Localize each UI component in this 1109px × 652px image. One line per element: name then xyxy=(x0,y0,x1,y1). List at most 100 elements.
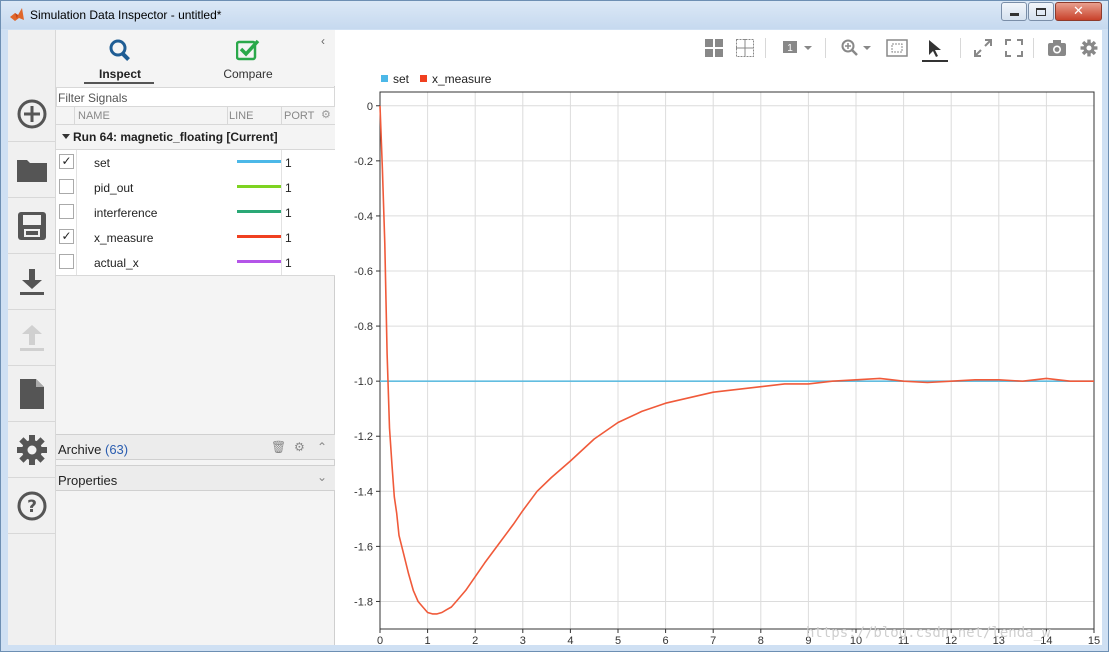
column-name[interactable]: NAME xyxy=(78,110,110,122)
expand-button[interactable] xyxy=(973,38,993,58)
archive-section[interactable]: Archive (63) 🗑 ⚙ ⌃ xyxy=(56,434,335,460)
y-tick-label: -0.2 xyxy=(354,156,373,168)
report-button[interactable] xyxy=(8,366,56,422)
gear-icon xyxy=(17,434,47,465)
export-button[interactable] xyxy=(8,310,56,366)
y-tick-label: -1.6 xyxy=(354,541,373,553)
collapse-panel-icon[interactable]: ‹ xyxy=(321,34,325,48)
divider xyxy=(56,275,335,276)
signal-row[interactable]: actual_x 1 xyxy=(56,250,335,275)
expand-caret-icon[interactable] xyxy=(62,134,70,139)
signal-table-header: NAME LINE PORT ⚙ xyxy=(56,107,335,125)
active-tab-indicator xyxy=(84,82,154,84)
signal-port: 1 xyxy=(285,156,292,170)
signal-checkbox[interactable] xyxy=(59,254,74,269)
plot-background xyxy=(380,92,1094,629)
signal-row[interactable]: interference 1 xyxy=(56,200,335,225)
signal-name: set xyxy=(94,156,111,170)
upload-icon xyxy=(20,324,44,351)
download-icon xyxy=(20,268,44,295)
y-tick-label: 0 xyxy=(367,101,373,113)
signal-name: x_measure xyxy=(94,231,154,245)
maximize-icon xyxy=(1036,7,1046,16)
legend-swatch xyxy=(381,75,388,82)
signal-line-swatch[interactable] xyxy=(237,235,281,238)
chevron-up-icon[interactable]: ⌃ xyxy=(317,440,327,454)
panel-tabs: Inspect Compare ‹ xyxy=(56,30,335,86)
signal-row[interactable]: ✓ x_measure 1 xyxy=(56,225,335,250)
x-tick-label: 7 xyxy=(710,635,716,645)
add-icon xyxy=(17,99,47,128)
signal-checkbox[interactable]: ✓ xyxy=(59,229,74,244)
properties-section[interactable]: Properties ⌄ xyxy=(56,465,335,491)
legend-label: x_measure xyxy=(432,72,492,86)
maximize-button[interactable] xyxy=(1028,2,1054,21)
signal-line-swatch[interactable] xyxy=(237,185,281,188)
properties-label: Properties xyxy=(58,473,118,488)
run-label: Run 64: magnetic_floating [Current] xyxy=(73,130,278,144)
legend-item: set xyxy=(381,72,409,86)
plot-area: 1 set x_measure 0 1 2 3 4 5 6 7 8 9 10 1… xyxy=(336,30,1102,645)
trash-icon[interactable]: 🗑 xyxy=(271,440,286,454)
legend-label: set xyxy=(393,72,410,86)
column-settings-gear-icon[interactable]: ⚙ xyxy=(321,108,331,121)
help-button[interactable]: ? xyxy=(8,478,56,534)
close-icon: ✕ xyxy=(1073,4,1084,19)
open-button[interactable] xyxy=(8,142,56,198)
tab-inspect[interactable]: Inspect xyxy=(75,34,165,86)
cursors-button[interactable]: 1 xyxy=(782,38,816,58)
signal-row[interactable]: pid_out 1 xyxy=(56,175,335,200)
signals-panel: Inspect Compare ‹ Filter Signals NAME LI… xyxy=(56,30,335,645)
signal-line-swatch[interactable] xyxy=(237,210,281,213)
column-port[interactable]: PORT xyxy=(284,110,314,122)
run-row[interactable]: Run 64: magnetic_floating [Current] xyxy=(56,125,335,150)
archive-gear-icon[interactable]: ⚙ xyxy=(294,440,305,454)
save-button[interactable] xyxy=(8,198,56,254)
close-button[interactable]: ✕ xyxy=(1055,2,1102,21)
x-tick-label: 5 xyxy=(615,635,621,645)
plot-settings-button[interactable] xyxy=(1079,38,1099,58)
signal-name: pid_out xyxy=(94,181,134,195)
x-tick-label: 4 xyxy=(567,635,573,645)
layout-grid-icon xyxy=(705,39,723,57)
tab-compare-label: Compare xyxy=(223,67,273,81)
expand-icon xyxy=(974,39,992,57)
column-line[interactable]: LINE xyxy=(229,110,253,122)
fit-to-view-icon xyxy=(886,39,908,57)
signal-row[interactable]: ✓ set 1 xyxy=(56,150,335,175)
x-tick-label: 1 xyxy=(425,635,431,645)
layout-button[interactable] xyxy=(704,38,724,58)
filter-signals-input[interactable]: Filter Signals xyxy=(56,87,335,107)
y-tick-label: -1.0 xyxy=(354,376,373,388)
zoom-button[interactable] xyxy=(841,38,875,58)
fit-to-view-button[interactable] xyxy=(885,38,909,58)
signal-checkbox[interactable] xyxy=(59,204,74,219)
time-plot[interactable]: 0 1 2 3 4 5 6 7 8 9 10 11 12 13 14 150-0.2-0.4-0.6-0.8-… xyxy=(336,86,1102,645)
document-icon xyxy=(20,378,44,409)
signal-checkbox[interactable] xyxy=(59,179,74,194)
minimize-button[interactable] xyxy=(1001,2,1027,21)
x-tick-label: 8 xyxy=(758,635,764,645)
signal-port: 1 xyxy=(285,206,292,220)
signal-checkbox[interactable]: ✓ xyxy=(59,154,74,169)
fullscreen-icon xyxy=(1005,39,1023,57)
zoom-in-icon xyxy=(841,39,871,56)
subplot-button[interactable] xyxy=(735,38,755,58)
tab-compare[interactable]: Compare xyxy=(203,34,293,86)
fullscreen-button[interactable] xyxy=(1004,38,1024,58)
signal-name: actual_x xyxy=(94,256,139,270)
signal-name: interference xyxy=(94,206,158,220)
chevron-down-icon[interactable]: ⌄ xyxy=(317,470,327,484)
signal-line-swatch[interactable] xyxy=(237,260,281,263)
magnifier-icon xyxy=(109,39,130,61)
legend-swatch xyxy=(420,75,427,82)
import-button[interactable] xyxy=(8,254,56,310)
snapshot-button[interactable] xyxy=(1047,38,1067,58)
signal-line-swatch[interactable] xyxy=(237,160,281,163)
archive-label: Archive (63) xyxy=(58,442,129,457)
signal-port: 1 xyxy=(285,231,292,245)
new-button[interactable] xyxy=(8,86,56,142)
legend-item: x_measure xyxy=(420,72,491,86)
preferences-button[interactable] xyxy=(8,422,56,478)
data-cursor-button[interactable] xyxy=(922,38,948,62)
